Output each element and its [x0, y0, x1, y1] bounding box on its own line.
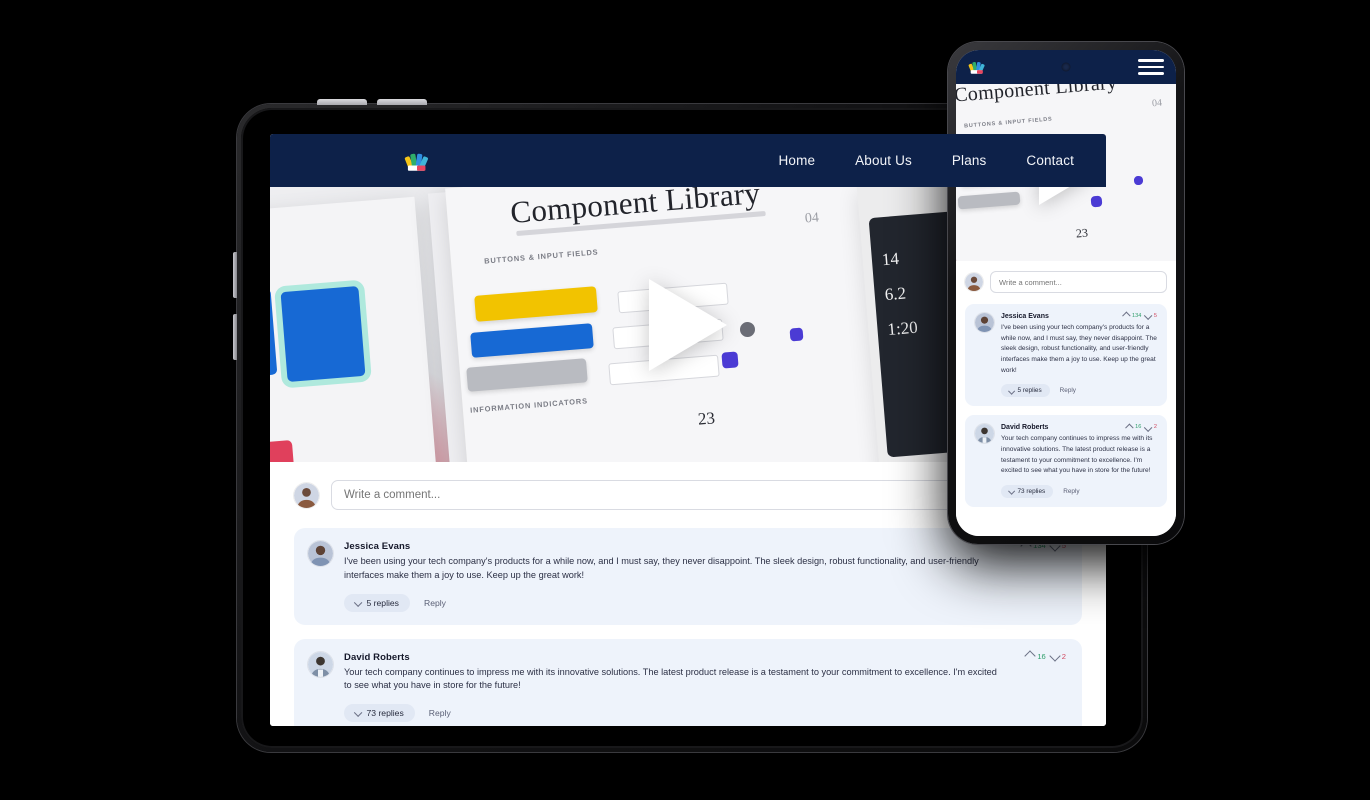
comment-actions: 73 replies Reply	[1001, 485, 1157, 499]
screenshot-stage: Home About Us Plans Contact Component Li…	[0, 0, 1370, 800]
show-replies-button[interactable]: 73 replies	[344, 704, 415, 723]
replies-count-label: 73 replies	[1017, 488, 1046, 496]
tablet-side-button-1[interactable]	[233, 252, 237, 298]
reply-button[interactable]: Reply	[429, 708, 451, 718]
brand-logo-icon[interactable]	[968, 58, 986, 76]
comment-actions: 5 replies Reply	[344, 593, 1066, 612]
comment-card-david-roberts: 16 2 David Roberts Your tech company con…	[294, 638, 1082, 726]
tablet-side-button-2[interactable]	[233, 314, 237, 360]
poster-card-red	[270, 440, 296, 462]
upvote-button[interactable]: 134	[1122, 312, 1142, 320]
comment-avatar	[975, 424, 994, 444]
show-replies-button[interactable]: 5 replies	[1001, 384, 1050, 398]
phone-screen: Component Library BUTTONS & INPUT FIELDS…	[956, 50, 1176, 536]
reply-button[interactable]: Reply	[1060, 387, 1076, 394]
comment-text: Your tech company continues to impress m…	[344, 666, 997, 691]
show-replies-button[interactable]: 5 replies	[344, 593, 410, 612]
nav-item-contact[interactable]: Contact	[1026, 153, 1074, 168]
chevron-up-icon	[1024, 650, 1036, 662]
downvote-count: 2	[1061, 651, 1066, 661]
phone-poster-page-number: 04	[1151, 97, 1163, 110]
comment-card-jessica-evans: 134 5 Jessica Evans I've been using your…	[294, 528, 1082, 625]
downvote-button[interactable]: 2	[1049, 650, 1066, 662]
chevron-up-icon	[1122, 312, 1131, 320]
nav-item-plans[interactable]: Plans	[952, 153, 987, 168]
comment-actions: 73 replies Reply	[344, 704, 1066, 723]
front-camera-icon	[1061, 62, 1071, 72]
comment-avatar	[975, 313, 994, 332]
upvote-button[interactable]: 16	[1125, 423, 1142, 432]
downvote-count: 5	[1153, 313, 1157, 319]
replies-count-label: 5 replies	[1017, 387, 1042, 395]
phone-comment-card-jessica-evans: 134 5 Jessica Evans I've been using your…	[965, 304, 1167, 407]
vote-controls: 16 2	[1125, 423, 1157, 432]
vote-controls: 16 2	[1024, 650, 1066, 662]
phone-comment-composer	[965, 271, 1167, 293]
comment-author: David Roberts	[344, 651, 410, 663]
comment-text: I've been using your tech company's prod…	[344, 556, 979, 580]
chevron-up-icon	[1125, 423, 1134, 432]
downvote-button[interactable]: 2	[1144, 423, 1157, 432]
poster-stat-number: 23	[697, 408, 716, 429]
chevron-down-icon	[1144, 423, 1153, 432]
phone-navbar	[956, 50, 1176, 84]
tablet-volume-up-button[interactable]	[317, 99, 367, 105]
phone-comment-card-david-roberts: 16 2 David Roberts Your tech company con…	[965, 415, 1167, 508]
comment-author: Jessica Evans	[344, 541, 411, 552]
chevron-down-icon	[1144, 312, 1153, 320]
chevron-down-icon	[1049, 650, 1061, 662]
brand-logo-icon[interactable]	[404, 148, 430, 174]
composer-avatar	[294, 482, 319, 508]
poster-card-blue-2	[280, 286, 366, 382]
phone-device-mockup: Component Library BUTTONS & INPUT FIELDS…	[948, 42, 1184, 544]
show-replies-button[interactable]: 73 replies	[1001, 485, 1054, 499]
phone-comments-section: 134 5 Jessica Evans I've bee	[956, 261, 1176, 536]
upvote-count: 16	[1037, 651, 1046, 661]
chevron-down-icon	[353, 709, 362, 718]
tablet-volume-down-button[interactable]	[377, 99, 427, 105]
site-navbar: Home About Us Plans Contact	[270, 134, 1106, 187]
nav-item-home[interactable]: Home	[779, 153, 816, 168]
replies-count-label: 73 replies	[366, 708, 404, 719]
hamburger-menu-icon[interactable]	[1138, 59, 1164, 75]
comment-avatar	[308, 541, 333, 566]
nav-item-about-us[interactable]: About Us	[855, 153, 912, 168]
reply-button[interactable]: Reply	[424, 598, 446, 608]
poster-page-number: 04	[804, 210, 820, 227]
chevron-down-icon	[1008, 387, 1015, 395]
comment-actions: 5 replies Reply	[1001, 384, 1157, 398]
vote-controls: 134 5	[1122, 312, 1157, 320]
replies-count-label: 5 replies	[366, 597, 399, 608]
chevron-down-icon	[1008, 488, 1015, 495]
play-triangle-icon[interactable]	[649, 278, 727, 371]
phone-poster-stat-number: 23	[1075, 225, 1089, 241]
comment-avatar	[308, 651, 333, 677]
reply-button[interactable]: Reply	[1063, 488, 1079, 495]
chevron-down-icon	[353, 598, 362, 607]
upvote-button[interactable]: 16	[1024, 650, 1046, 662]
composer-avatar	[965, 273, 983, 291]
nav-links: Home About Us Plans Contact	[779, 153, 1078, 168]
poster-chip-2	[789, 327, 804, 342]
comment-text: Your tech company continues to impress m…	[1001, 435, 1153, 475]
phone-comment-input[interactable]	[990, 271, 1167, 293]
upvote-count: 134	[1132, 313, 1142, 319]
comment-text: I've been using your tech company's prod…	[1001, 324, 1157, 374]
upvote-count: 16	[1135, 424, 1142, 431]
downvote-button[interactable]: 5	[1144, 312, 1157, 320]
downvote-count: 2	[1153, 424, 1157, 431]
